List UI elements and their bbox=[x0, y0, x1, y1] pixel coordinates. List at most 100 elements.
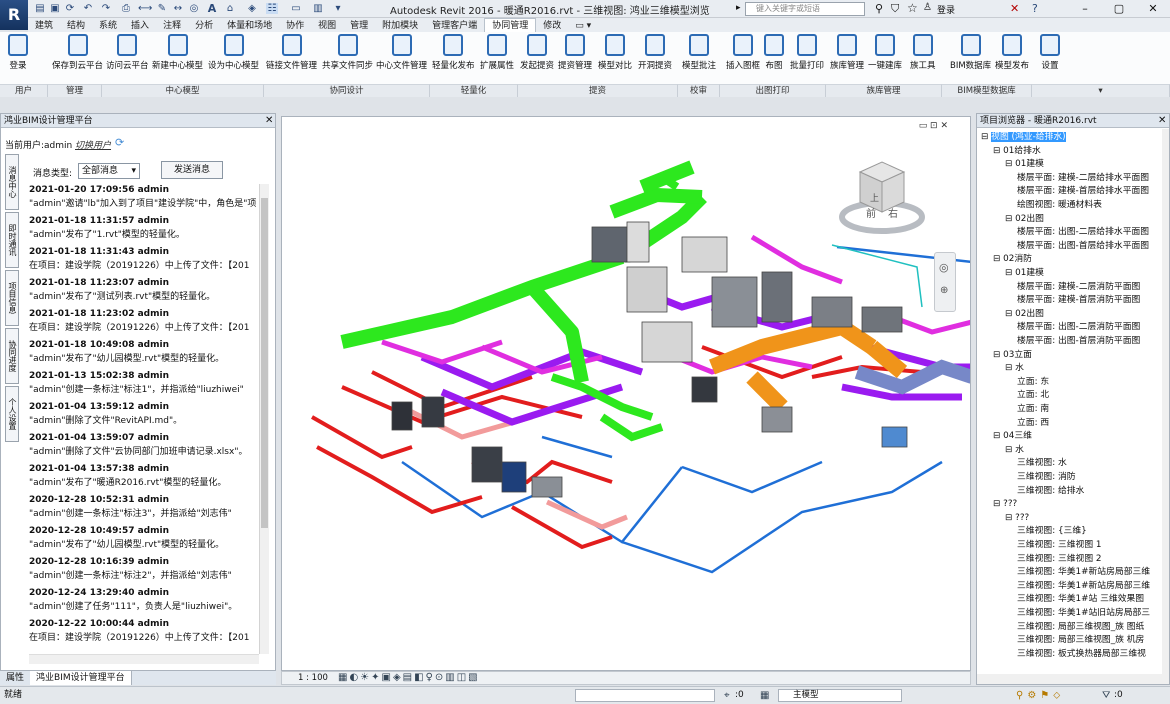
message-item[interactable]: 2021-01-04 13:59:07 admin "admin"删除了文件"云协… bbox=[29, 432, 259, 463]
zoom-icon[interactable]: ⊕ bbox=[940, 285, 948, 296]
tree-item[interactable]: 三维视图: 三维视图 2 bbox=[1017, 553, 1102, 567]
ribbon-button-7[interactable]: 中心文件管理 bbox=[376, 34, 427, 71]
3d-viewport[interactable]: ▭ ⊡ ✕ 上 前 右 ◎ ⊕ bbox=[281, 116, 971, 671]
tab-9[interactable]: 管理 bbox=[343, 19, 375, 33]
tree-collapse-icon[interactable]: ⊟ bbox=[1005, 363, 1015, 373]
steering-wheel-icon[interactable]: ◎ bbox=[939, 261, 949, 274]
tab-6[interactable]: 体量和场地 bbox=[220, 19, 279, 33]
message-item[interactable]: 2020-12-28 10:52:31 admin "admin"创建一条标注"标… bbox=[29, 494, 259, 525]
message-item[interactable]: 2021-01-04 13:57:38 admin "admin"发布了"暖通R2… bbox=[29, 463, 259, 494]
ribbon-button-16[interactable]: 布图 bbox=[764, 34, 784, 71]
switch-user-link[interactable]: 切换用户 bbox=[75, 138, 111, 151]
open-icon[interactable]: ▤ bbox=[34, 3, 46, 14]
tree-item[interactable]: 绘图视图: 暖通材料表 bbox=[1017, 199, 1102, 213]
tree-collapse-icon[interactable]: ⊟ bbox=[993, 499, 1003, 509]
tree-item[interactable]: ⊟ 02消防 bbox=[993, 253, 1032, 267]
view-control-icons[interactable]: ▦◐☀✦▣◈▤◧♀⊙▥◫▧ bbox=[338, 672, 480, 683]
tab-2[interactable]: 系统 bbox=[92, 19, 124, 33]
tree-item[interactable]: 三维视图: 板式换热器局部三维视 bbox=[1017, 648, 1146, 662]
ribbon-button-4[interactable]: 设为中心模型 bbox=[208, 34, 259, 71]
message-item[interactable]: 2020-12-28 10:16:39 admin "admin"创建一条标注"标… bbox=[29, 556, 259, 587]
tree-item[interactable]: 楼层平面: 建模-二层给排水平面图 bbox=[1017, 172, 1149, 186]
ribbon-button-12[interactable]: 模型对比 bbox=[598, 34, 632, 71]
tab-10[interactable]: 附加模块 bbox=[375, 19, 425, 33]
select-filter-icon[interactable]: ⌖ bbox=[724, 687, 730, 704]
dimension-icon[interactable]: ↔ bbox=[172, 3, 184, 14]
tab-13[interactable]: 修改 bbox=[536, 19, 568, 33]
ribbon-button-20[interactable]: 族工具 bbox=[910, 34, 936, 71]
home-3d-icon[interactable]: ⌂ bbox=[224, 3, 236, 14]
save-icon[interactable]: ▣ bbox=[49, 3, 61, 14]
tree-item[interactable]: 三维视图: 华美1#站 三维效果图 bbox=[1017, 593, 1144, 607]
tab-7[interactable]: 协作 bbox=[279, 19, 311, 33]
tree-collapse-icon[interactable]: ⊟ bbox=[993, 254, 1003, 264]
tree-collapse-icon[interactable]: ⊟ bbox=[993, 350, 1003, 360]
tree-item[interactable]: 楼层平面: 出图-二层消防平面图 bbox=[1017, 321, 1140, 335]
text-icon[interactable]: A bbox=[206, 3, 218, 14]
help-icon[interactable]: ? bbox=[1032, 2, 1038, 15]
ribbon-button-15[interactable]: 插入图框 bbox=[726, 34, 760, 71]
bottom-tab-0[interactable]: 属性 bbox=[0, 671, 30, 685]
tree-collapse-icon[interactable]: ⊟ bbox=[1005, 445, 1015, 455]
tag-icon[interactable]: ◎ bbox=[188, 3, 200, 14]
tree-collapse-icon[interactable]: ⊟ bbox=[1005, 513, 1015, 523]
side-tab-1[interactable]: 即时通讯 bbox=[5, 212, 19, 268]
tree-item[interactable]: 三维视图: 华美1#新站房局部三维 bbox=[1017, 566, 1150, 580]
tab-12[interactable]: 协同管理 bbox=[484, 18, 537, 33]
ribbon-button-6[interactable]: 共享文件同步 bbox=[322, 34, 373, 71]
section-icon[interactable]: ◈ bbox=[246, 3, 258, 14]
ribbon-button-10[interactable]: 发起提资 bbox=[520, 34, 554, 71]
login-link[interactable]: 登录 bbox=[937, 3, 955, 16]
message-item[interactable]: 2020-12-28 10:49:57 admin "admin"发布了"幼儿园模… bbox=[29, 525, 259, 556]
tree-item[interactable]: 立面: 北 bbox=[1017, 389, 1049, 403]
message-item[interactable]: 2021-01-20 17:09:56 admin "admin"邀请"lb"加入… bbox=[29, 184, 259, 215]
tab-8[interactable]: 视图 bbox=[311, 19, 343, 33]
tree-item[interactable]: 三维视图: 消防 bbox=[1017, 471, 1076, 485]
side-tab-3[interactable]: 协同进度 bbox=[5, 328, 19, 384]
close-panel-icon[interactable]: ✕ bbox=[265, 115, 273, 126]
ribbon-button-11[interactable]: 提资管理 bbox=[558, 34, 592, 71]
close-browser-icon[interactable]: ✕ bbox=[1158, 115, 1166, 126]
ribbon-button-19[interactable]: 一键建库 bbox=[868, 34, 902, 71]
tab-1[interactable]: 结构 bbox=[60, 19, 92, 33]
tree-item[interactable]: 三维视图: 局部三维视图_族 图纸 bbox=[1017, 621, 1144, 635]
tree-item[interactable]: ⊟ 01建模 bbox=[1005, 267, 1044, 281]
scroll-thumb[interactable] bbox=[261, 198, 268, 528]
tree-item[interactable]: ⊟ ??? bbox=[993, 498, 1017, 512]
message-item[interactable]: 2021-01-18 10:49:08 admin "admin"发布了"幼儿园模… bbox=[29, 339, 259, 370]
ribbon-button-17[interactable]: 批量打印 bbox=[790, 34, 824, 71]
tree-item[interactable]: 楼层平面: 建模-首层消防平面图 bbox=[1017, 294, 1140, 308]
tree-collapse-icon[interactable]: ⊟ bbox=[981, 132, 991, 142]
worksets-icon[interactable]: ▦ bbox=[760, 687, 769, 704]
horizontal-scrollbar[interactable] bbox=[29, 654, 259, 664]
status-tool-icons[interactable]: ⚲⚙⚑⬦ bbox=[1016, 687, 1064, 704]
tree-item[interactable]: ⊟ 水 bbox=[1005, 444, 1024, 458]
tree-collapse-icon[interactable]: ⊟ bbox=[1005, 159, 1015, 169]
tab-overflow-icon[interactable]: ▭ ▾ bbox=[568, 19, 598, 33]
navigation-bar[interactable]: ◎ ⊕ bbox=[934, 252, 956, 312]
workset-select[interactable] bbox=[575, 689, 715, 702]
redo-icon[interactable]: ↷ bbox=[100, 3, 112, 14]
filter-icon[interactable]: ⛛ bbox=[1102, 687, 1110, 704]
refresh-icon[interactable]: ⟳ bbox=[115, 136, 124, 149]
customize-icon[interactable]: ▾ bbox=[332, 3, 344, 14]
revit-logo[interactable]: R bbox=[0, 0, 28, 30]
switch-window-icon[interactable]: ▥ bbox=[312, 3, 324, 14]
ribbon-button-0[interactable]: 登录 bbox=[8, 34, 28, 71]
tree-item[interactable]: 立面: 西 bbox=[1017, 417, 1049, 431]
tree-item[interactable]: 楼层平面: 建模-二层消防平面图 bbox=[1017, 281, 1140, 295]
tree-item[interactable]: 三维视图: 华美1#站旧站房局部三 bbox=[1017, 607, 1150, 621]
undo-icon[interactable]: ↶ bbox=[82, 3, 94, 14]
viewcube-front-label[interactable]: 前 bbox=[866, 205, 876, 220]
tree-item[interactable]: 立面: 东 bbox=[1017, 376, 1049, 390]
thin-lines-icon[interactable]: ☷ bbox=[266, 3, 278, 14]
side-tab-4[interactable]: 个人设置 bbox=[5, 386, 19, 442]
favorite-star-icon[interactable]: ☆ bbox=[907, 1, 918, 15]
tab-11[interactable]: 管理客户端 bbox=[425, 19, 484, 33]
tree-item[interactable]: 三维视图: 局部三维视图_族 机房 bbox=[1017, 634, 1144, 648]
tree-item[interactable]: ⊟ 01给排水 bbox=[993, 145, 1041, 159]
design-option-select[interactable]: 主模型 bbox=[778, 689, 902, 702]
tree-item[interactable]: ⊟ ??? bbox=[1005, 512, 1029, 526]
ribbon-button-1[interactable]: 保存到云平台 bbox=[52, 34, 103, 71]
message-item[interactable]: 2021-01-13 15:02:38 admin "admin"创建一条标注"标… bbox=[29, 370, 259, 401]
